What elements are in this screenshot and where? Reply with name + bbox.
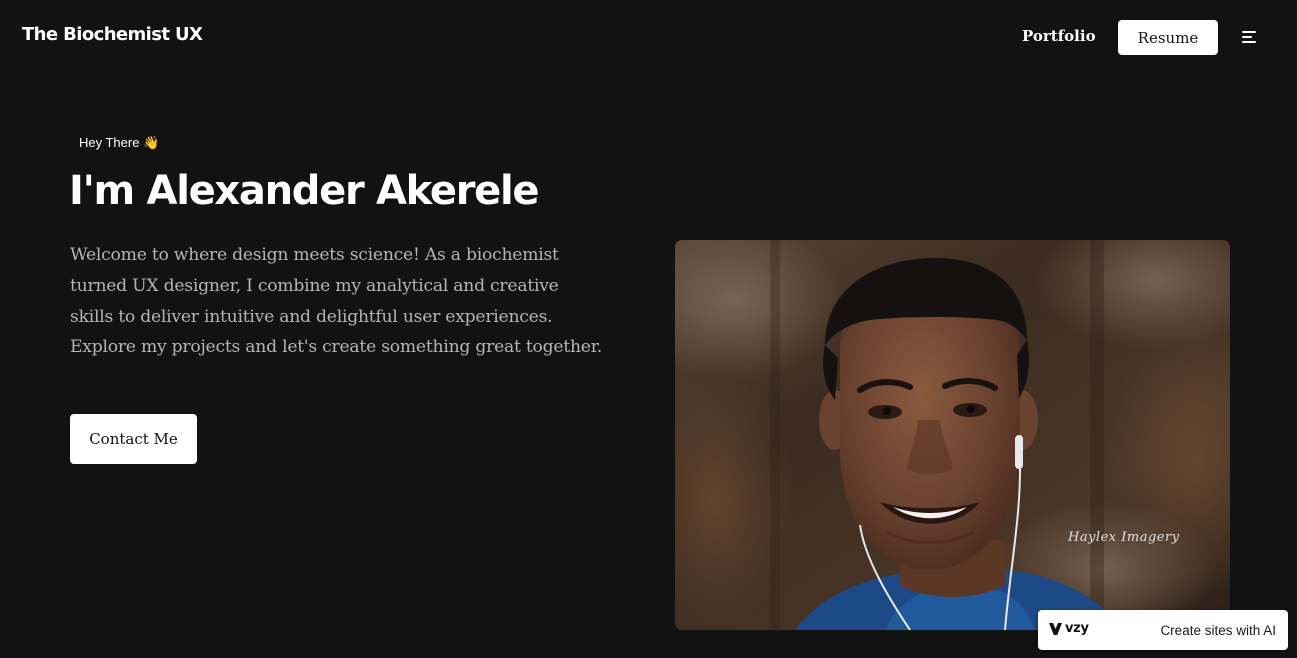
- menu-line: [1242, 36, 1252, 38]
- vzy-badge[interactable]: vzy Create sites with AI: [1038, 610, 1288, 650]
- vzy-logo: vzy: [1049, 622, 1089, 636]
- menu-line: [1242, 31, 1256, 33]
- vzy-logo-icon: [1049, 623, 1062, 635]
- hero-title: I'm Alexander Akerele: [69, 168, 540, 214]
- site-brand[interactable]: The Biochemist UX: [22, 24, 203, 45]
- hero-description: Welcome to where design meets science! A…: [70, 245, 602, 358]
- portrait-photo: Haylex Imagery: [675, 240, 1230, 630]
- vzy-tagline: Create sites with AI: [1160, 623, 1276, 638]
- photo-watermark: Haylex Imagery: [1068, 530, 1180, 545]
- nav-portfolio-link[interactable]: Portfolio: [1022, 27, 1096, 45]
- contact-me-button[interactable]: Contact Me: [70, 414, 197, 464]
- portrait-illustration: [675, 240, 1230, 630]
- page: The Biochemist UX Portfolio Resume Hey T…: [0, 0, 1297, 658]
- hamburger-menu-icon[interactable]: [1242, 31, 1258, 44]
- greeting-eyebrow: Hey There 👋: [79, 135, 160, 150]
- resume-button[interactable]: Resume: [1118, 20, 1218, 55]
- menu-line: [1242, 41, 1256, 43]
- vzy-logo-text: vzy: [1065, 621, 1089, 636]
